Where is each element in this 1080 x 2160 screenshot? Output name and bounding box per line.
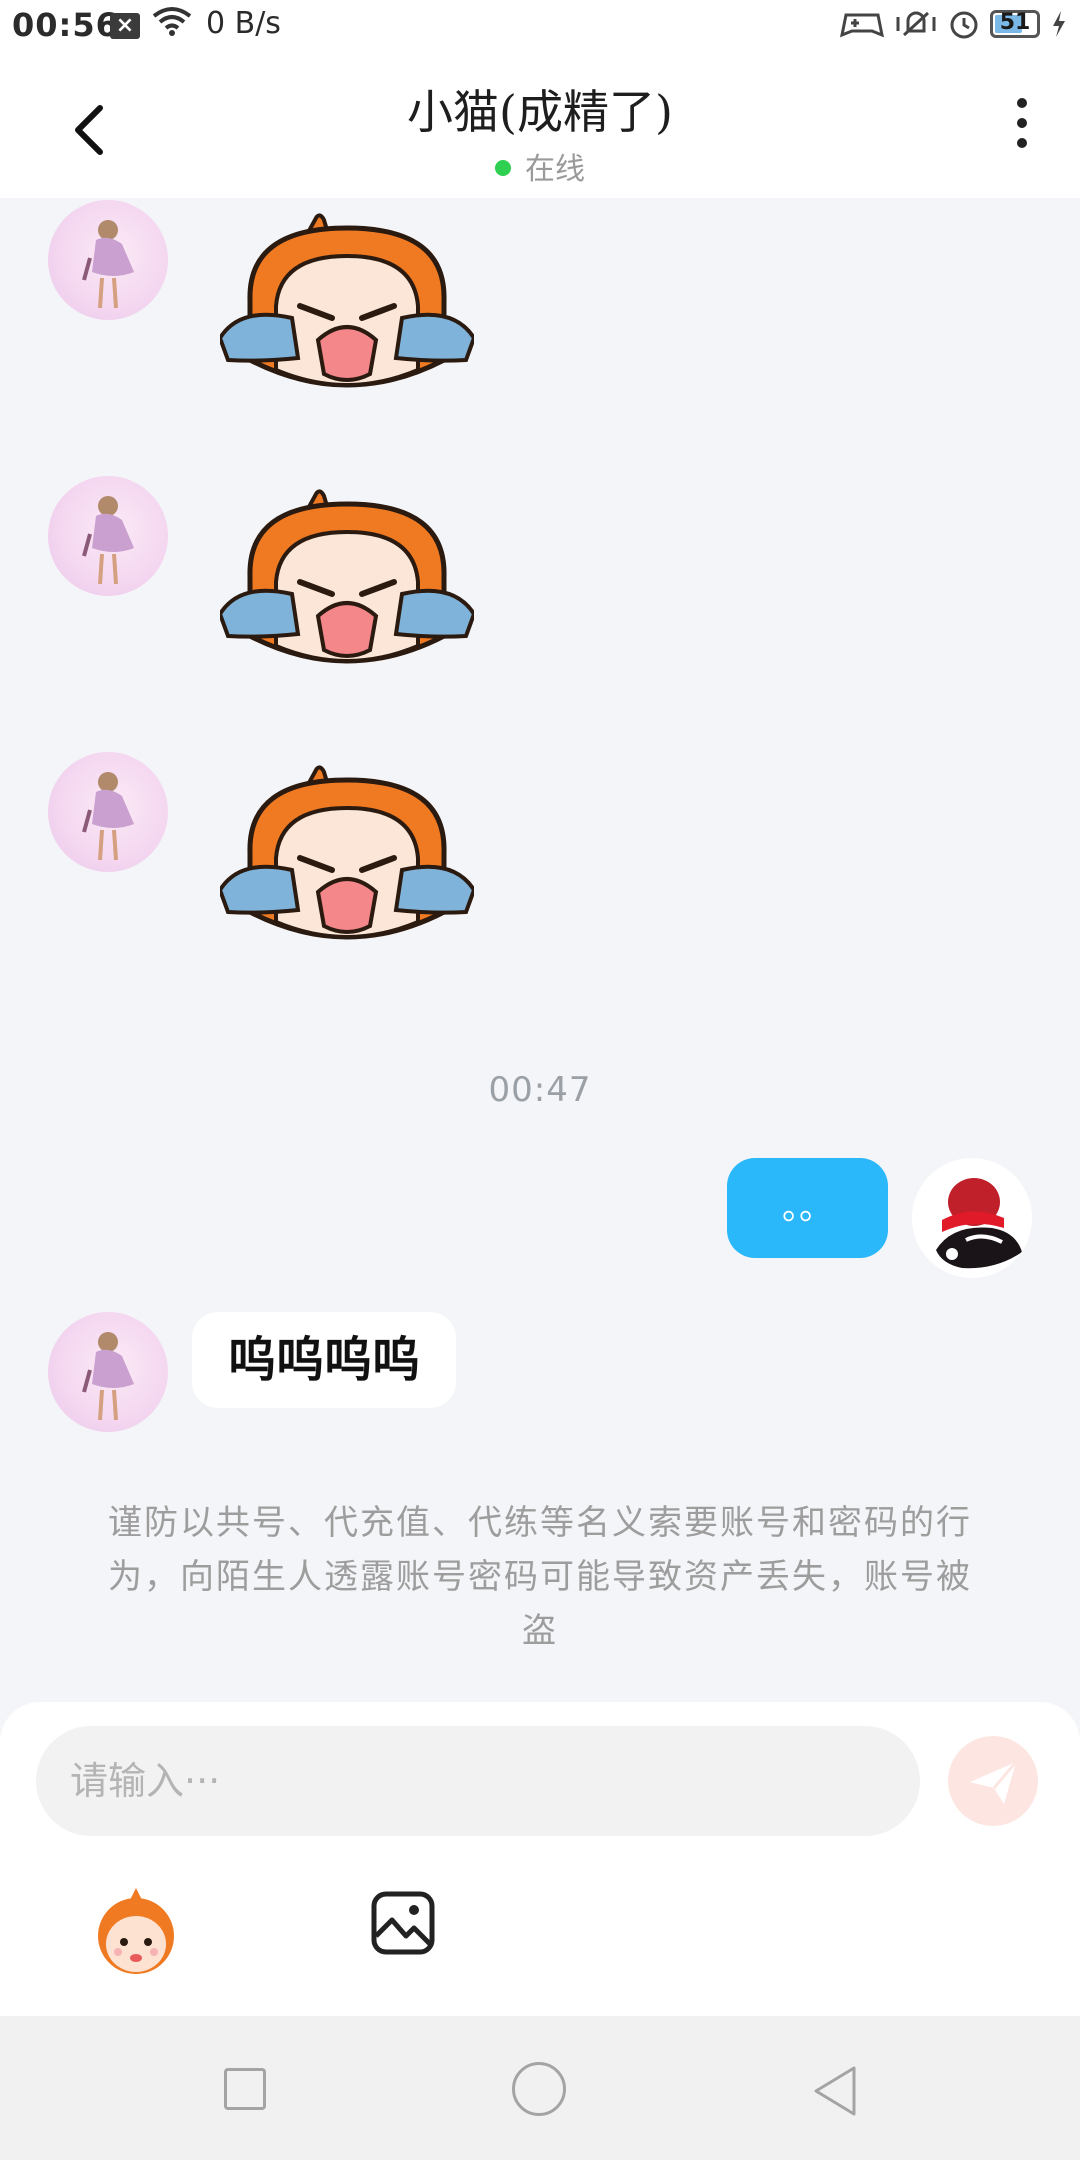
alarm-icon (950, 11, 978, 39)
charging-icon (1053, 11, 1065, 37)
system-navigation-bar (0, 2016, 1080, 2160)
system-back-button[interactable] (810, 2064, 860, 2118)
girl-figure-icon (82, 1332, 134, 1421)
contact-avatar[interactable] (48, 752, 168, 872)
message-timestamp: 00:47 (488, 1070, 592, 1110)
wifi-icon (152, 7, 192, 36)
image-icon[interactable] (370, 1890, 436, 1956)
network-speed: 0 B/s (206, 6, 281, 41)
notification-close-icon: × (110, 13, 140, 39)
emoji-icon[interactable] (90, 1886, 182, 1978)
girl-figure-icon (82, 496, 134, 585)
recent-apps-button[interactable] (224, 2068, 266, 2110)
contact-avatar[interactable] (48, 1312, 168, 1432)
battery-indicator: 51 (990, 10, 1040, 38)
security-warning: 谨防以共号、代充值、代练等名义索要账号和密码的行为，向陌生人透露账号密码可能导致… (108, 1503, 972, 1651)
message-input[interactable] (36, 1726, 920, 1836)
contact-message-bubble[interactable]: 呜呜呜呜 (192, 1312, 456, 1408)
contact-name: 小猫(成精了) (407, 85, 673, 139)
my-message-bubble[interactable]: 。。 (727, 1158, 888, 1258)
send-icon (970, 1761, 1018, 1804)
online-dot (495, 159, 511, 176)
contact-avatar[interactable] (48, 476, 168, 596)
online-status: 在线 (0, 144, 1080, 188)
girl-figure-icon (82, 220, 134, 309)
vibrate-icon (896, 11, 936, 37)
crying-sticker[interactable] (220, 210, 474, 410)
battery-level: 51 (999, 10, 1031, 35)
contact-avatar[interactable] (48, 200, 168, 320)
status-bar: 00:56 × 0 B/s 51 (0, 0, 1080, 54)
send-button[interactable] (948, 1736, 1038, 1826)
more-options-icon[interactable] (1012, 98, 1032, 158)
composer-panel (0, 1702, 1080, 2016)
girl-figure-icon (82, 772, 134, 861)
my-avatar[interactable] (912, 1158, 1032, 1278)
crying-sticker[interactable] (220, 762, 474, 962)
status-time: 00:56 (12, 6, 119, 44)
home-button[interactable] (512, 2062, 566, 2116)
chat-header: 小猫(成精了) 在线 (0, 54, 1080, 198)
crying-sticker[interactable] (220, 486, 474, 686)
red-hair-character-icon (936, 1178, 1022, 1269)
gamepad-icon (840, 13, 884, 38)
online-status-label: 在线 (525, 152, 585, 187)
